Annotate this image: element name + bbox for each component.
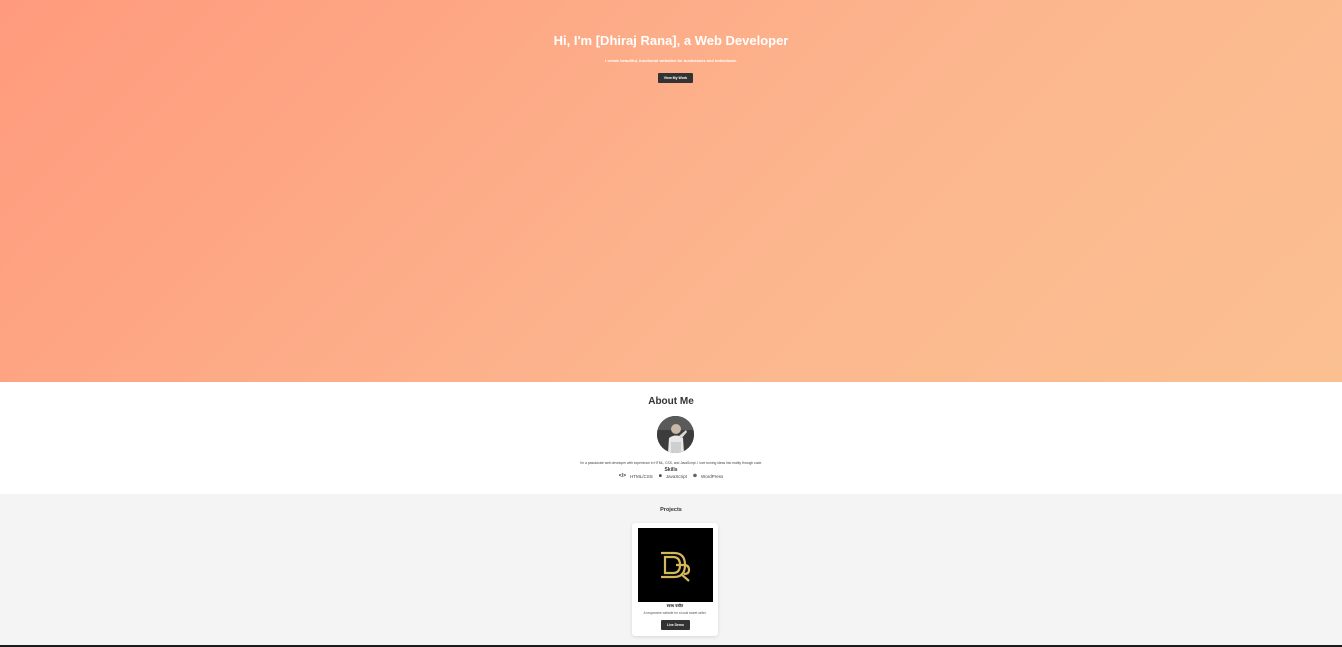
dr-logo-icon — [638, 528, 713, 602]
project-image — [638, 528, 713, 602]
skill-html-css: </> HTML/CSS — [619, 473, 653, 479]
skill-label: HTML/CSS — [630, 473, 653, 479]
skills-list: </> HTML/CSS ■ JavaScript ⊛ WordPress — [0, 473, 1342, 479]
live-demo-button[interactable]: Live Demo — [661, 620, 690, 630]
view-my-work-button[interactable]: View My Work — [658, 73, 693, 83]
avatar — [657, 416, 694, 453]
skill-label: JavaScript — [665, 473, 687, 479]
wordpress-icon: ⊛ — [692, 473, 698, 479]
skill-javascript: ■ JavaScript — [659, 473, 687, 479]
javascript-icon: ■ — [658, 473, 662, 479]
hero-subtitle: I create beautiful, functional websites … — [605, 58, 737, 63]
about-title: About Me — [648, 396, 694, 407]
projects-section: Projects स्वस्थ वस्तैत A responsive webs… — [0, 494, 1342, 645]
project-card: स्वस्थ वस्तैत A responsive website for a… — [632, 523, 718, 636]
projects-title: Projects — [660, 507, 682, 513]
about-section: About Me I'm a passionate web developer … — [0, 382, 1342, 494]
skill-wordpress: ⊛ WordPress — [693, 473, 723, 479]
skill-label: WordPress — [701, 473, 724, 479]
project-description: A responsive website for a local sweet s… — [643, 611, 707, 615]
about-text: I'm a passionate web developer with expe… — [579, 461, 763, 465]
code-icon: </> — [618, 473, 627, 479]
hero-title: Hi, I'm [Dhiraj Rana], a Web Developer — [553, 33, 789, 48]
person-photo-icon — [657, 416, 694, 453]
hero-section: Hi, I'm [Dhiraj Rana], a Web Developer I… — [0, 0, 1342, 382]
project-title: स्वस्थ वस्तैत — [666, 604, 684, 608]
